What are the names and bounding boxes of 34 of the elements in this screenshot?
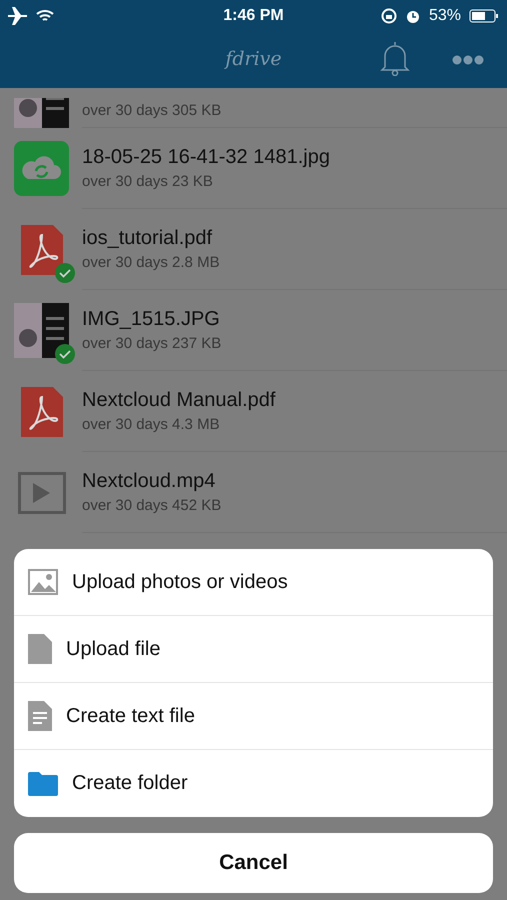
pdf-file-icon [20, 224, 62, 274]
file-details: over 30 days 4.3 MB [82, 416, 221, 433]
action-item[interactable]: Create text file [14, 683, 493, 750]
folder-icon [28, 772, 58, 796]
airplane-icon [8, 7, 28, 25]
status-time: 1:46 PM [223, 7, 284, 25]
file-name[interactable]: IMG_1515.JPG [82, 308, 507, 331]
action-item[interactable]: Upload photos or videos [14, 549, 493, 616]
rotation-lock-icon [380, 8, 397, 24]
file-name[interactable]: 18-05-25 16-41-32 1481.jpg [82, 146, 507, 169]
file-details: over 30 days 237 KB [82, 335, 222, 352]
more-icon[interactable] [452, 55, 484, 65]
battery-percent: 53% [428, 7, 461, 25]
file-details: over 30 days 305 KB [82, 102, 222, 119]
action-item[interactable]: Upload file [14, 616, 493, 683]
alarm-icon [404, 8, 421, 24]
file-name[interactable]: Nextcloud.mp4 [82, 470, 507, 493]
file-details: over 30 days 23 KB [82, 173, 214, 190]
wifi-icon [36, 9, 54, 23]
cancel-button[interactable]: Cancel [14, 833, 493, 893]
pdf-file-icon [20, 386, 62, 436]
text-file-icon [28, 701, 52, 731]
cloud-sync-icon [14, 141, 69, 196]
file-name[interactable]: Nextcloud Manual.pdf [82, 389, 507, 412]
image-icon [28, 569, 58, 595]
action-item[interactable]: Create folder [14, 750, 493, 817]
file-details: over 30 days 452 KB [82, 497, 222, 514]
bell-icon[interactable] [380, 40, 410, 76]
app-title: fdrive [225, 48, 282, 70]
battery-icon [469, 9, 499, 23]
file-icon [28, 634, 52, 664]
file-name[interactable]: ios_tutorial.pdf [82, 227, 507, 250]
video-file-icon [18, 472, 66, 514]
file-details: over 30 days 2.8 MB [82, 254, 221, 271]
